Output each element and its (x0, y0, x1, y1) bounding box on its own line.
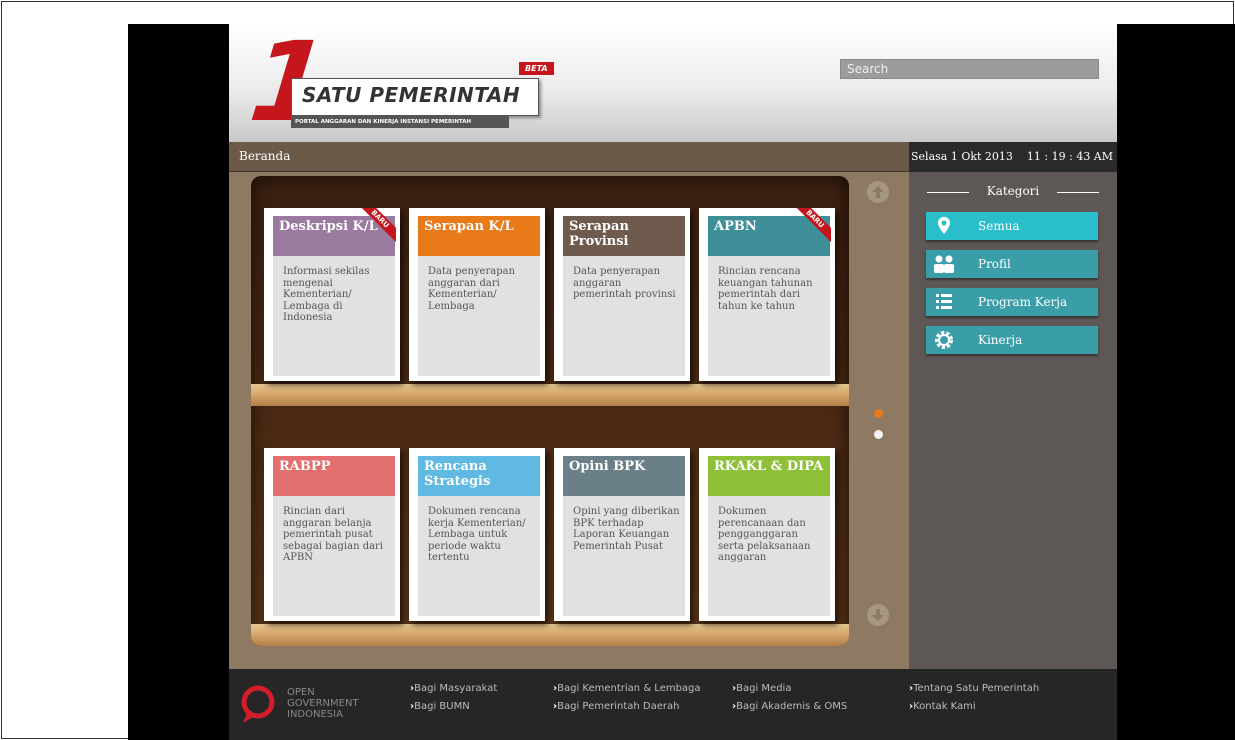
book-description: Informasi sekilas mengenai Kementerian/ … (283, 266, 370, 323)
left-margin (128, 24, 229, 740)
footer-link-media[interactable]: Bagi Media (732, 683, 791, 694)
book-serapan-kl[interactable]: Serapan K/L Data penyerapan anggaran dar… (409, 208, 545, 381)
logo-subtitle: PORTAL ANGGARAN DAN KINERJA INSTANSI PEM… (291, 116, 509, 128)
book-cover: Serapan K/L Data penyerapan anggaran dar… (418, 216, 540, 376)
bookshelf-area: Deskripsi K/L Informasi sekilas mengenai… (229, 172, 909, 669)
open-government-text: OPEN GOVERNMENT INDONESIA (287, 687, 359, 720)
book-cover: Opini BPK Opini yang diberikan BPK terha… (563, 456, 685, 616)
new-ribbon-label: BARU (362, 208, 396, 242)
footer-link-kontak[interactable]: Kontak Kami (909, 701, 976, 712)
footer-link-tentang[interactable]: Tentang Satu Pemerintah (909, 683, 1039, 694)
category-program-kerja[interactable]: Program Kerja (926, 288, 1098, 316)
category-label: Kinerja (978, 333, 1023, 347)
site-logo[interactable]: 1 SATU PEMERINTAH PORTAL ANGGARAN DAN KI… (244, 18, 554, 146)
scroll-down-button[interactable] (867, 604, 889, 626)
book-serapan-provinsi[interactable]: Serapan Provinsi Data penyerapan anggara… (554, 208, 690, 381)
datetime-display: Selasa 1 Okt 2013 11 : 19 : 43 AM (909, 142, 1117, 172)
book-cover: Serapan Provinsi Data penyerapan anggara… (563, 216, 685, 376)
category-profil[interactable]: Profil (926, 250, 1098, 278)
book-apbn[interactable]: APBN Rincian rencana keuangan tahunan pe… (699, 208, 835, 381)
book-opini-bpk[interactable]: Opini BPK Opini yang diberikan BPK terha… (554, 448, 690, 621)
book-description: Data penyerapan anggaran dari Kementeria… (428, 266, 516, 312)
beta-badge: BETA (519, 62, 554, 75)
site-header: 1 SATU PEMERINTAH PORTAL ANGGARAN DAN KI… (229, 18, 1117, 146)
list-icon (936, 294, 952, 309)
open-government-logo[interactable] (241, 683, 275, 725)
book-description: Dokumen rencana kerja Kementerian/ Lemba… (428, 506, 526, 563)
people-icon (934, 255, 954, 273)
right-margin (1117, 24, 1235, 740)
book-title: RABPP (273, 456, 395, 496)
page-dot[interactable] (874, 430, 883, 439)
book-title: Opini BPK (563, 456, 685, 496)
category-label: Semua (978, 219, 1020, 233)
book-rabpp[interactable]: RABPP Rincian dari anggaran belanja peme… (264, 448, 400, 621)
book-description: Rincian rencana keuangan tahunan pemerin… (718, 266, 813, 312)
time-text: 11 : 19 : 43 AM (1026, 150, 1114, 163)
footer-link-akademis[interactable]: Bagi Akademis & OMS (732, 701, 847, 712)
book-title: RKAKL & DIPA (708, 456, 830, 496)
book-description: Opini yang diberikan BPK terhadap Lapora… (573, 506, 680, 552)
og-line: OPEN (287, 687, 315, 698)
book-description: Data penyerapan anggaran pemerintah prov… (573, 266, 676, 300)
footer-link-bumn[interactable]: Bagi BUMN (410, 701, 470, 712)
scroll-up-button[interactable] (867, 181, 889, 203)
book-title: Serapan K/L (418, 216, 540, 256)
footer-link-kementrian[interactable]: Bagi Kementrian & Lembaga (553, 683, 700, 694)
arrow-up-icon (872, 186, 884, 198)
book-cover: RABPP Rincian dari anggaran belanja peme… (273, 456, 395, 616)
book-description: Rincian dari anggaran belanja pemerintah… (283, 506, 384, 563)
logo-banner: SATU PEMERINTAH (291, 78, 539, 116)
site-footer: OPEN GOVERNMENT INDONESIA Bagi Masyaraka… (229, 669, 1117, 740)
page-dot-active[interactable] (874, 409, 883, 418)
footer-link-pemerintah-daerah[interactable]: Bagi Pemerintah Daerah (553, 701, 679, 712)
og-line: GOVERNMENT (287, 698, 359, 709)
breadcrumb: Beranda (229, 142, 909, 172)
book-cover: Rencana Strategis Dokumen rencana kerja … (418, 456, 540, 616)
shelf-plank (251, 384, 849, 406)
category-sidebar: Kategori Semua Profil Program Kerja Kine… (909, 172, 1117, 669)
og-line: INDONESIA (287, 709, 343, 720)
category-label: Program Kerja (978, 295, 1068, 309)
arrow-down-icon (872, 609, 884, 621)
category-kinerja[interactable]: Kinerja (926, 326, 1098, 354)
footer-link-masyarakat[interactable]: Bagi Masyarakat (410, 683, 497, 694)
book-rkakl-dipa[interactable]: RKAKL & DIPA Dokumen perencanaan dan pen… (699, 448, 835, 621)
category-heading: Kategori (927, 184, 1099, 202)
gear-icon (935, 331, 953, 349)
new-ribbon: BARU (797, 208, 831, 242)
category-label: Profil (978, 257, 1011, 271)
new-ribbon-label: BARU (797, 208, 831, 242)
category-semua[interactable]: Semua (926, 212, 1098, 240)
book-title: Serapan Provinsi (563, 216, 685, 256)
location-pin-icon (938, 217, 950, 234)
search-input[interactable]: Search (840, 59, 1099, 79)
new-ribbon: BARU (362, 208, 396, 242)
book-title: Rencana Strategis (418, 456, 540, 496)
logo-title: SATU PEMERINTAH (302, 83, 521, 107)
breadcrumb-home[interactable]: Beranda (239, 149, 290, 163)
date-text: Selasa 1 Okt 2013 (911, 150, 1013, 163)
book-deskripsi-kl[interactable]: Deskripsi K/L Informasi sekilas mengenai… (264, 208, 400, 381)
shelf-plank (251, 624, 849, 646)
book-rencana-strategis[interactable]: Rencana Strategis Dokumen rencana kerja … (409, 448, 545, 621)
book-description: Dokumen perencanaan dan pengganggaran se… (718, 506, 811, 563)
book-cover: RKAKL & DIPA Dokumen perencanaan dan pen… (708, 456, 830, 616)
